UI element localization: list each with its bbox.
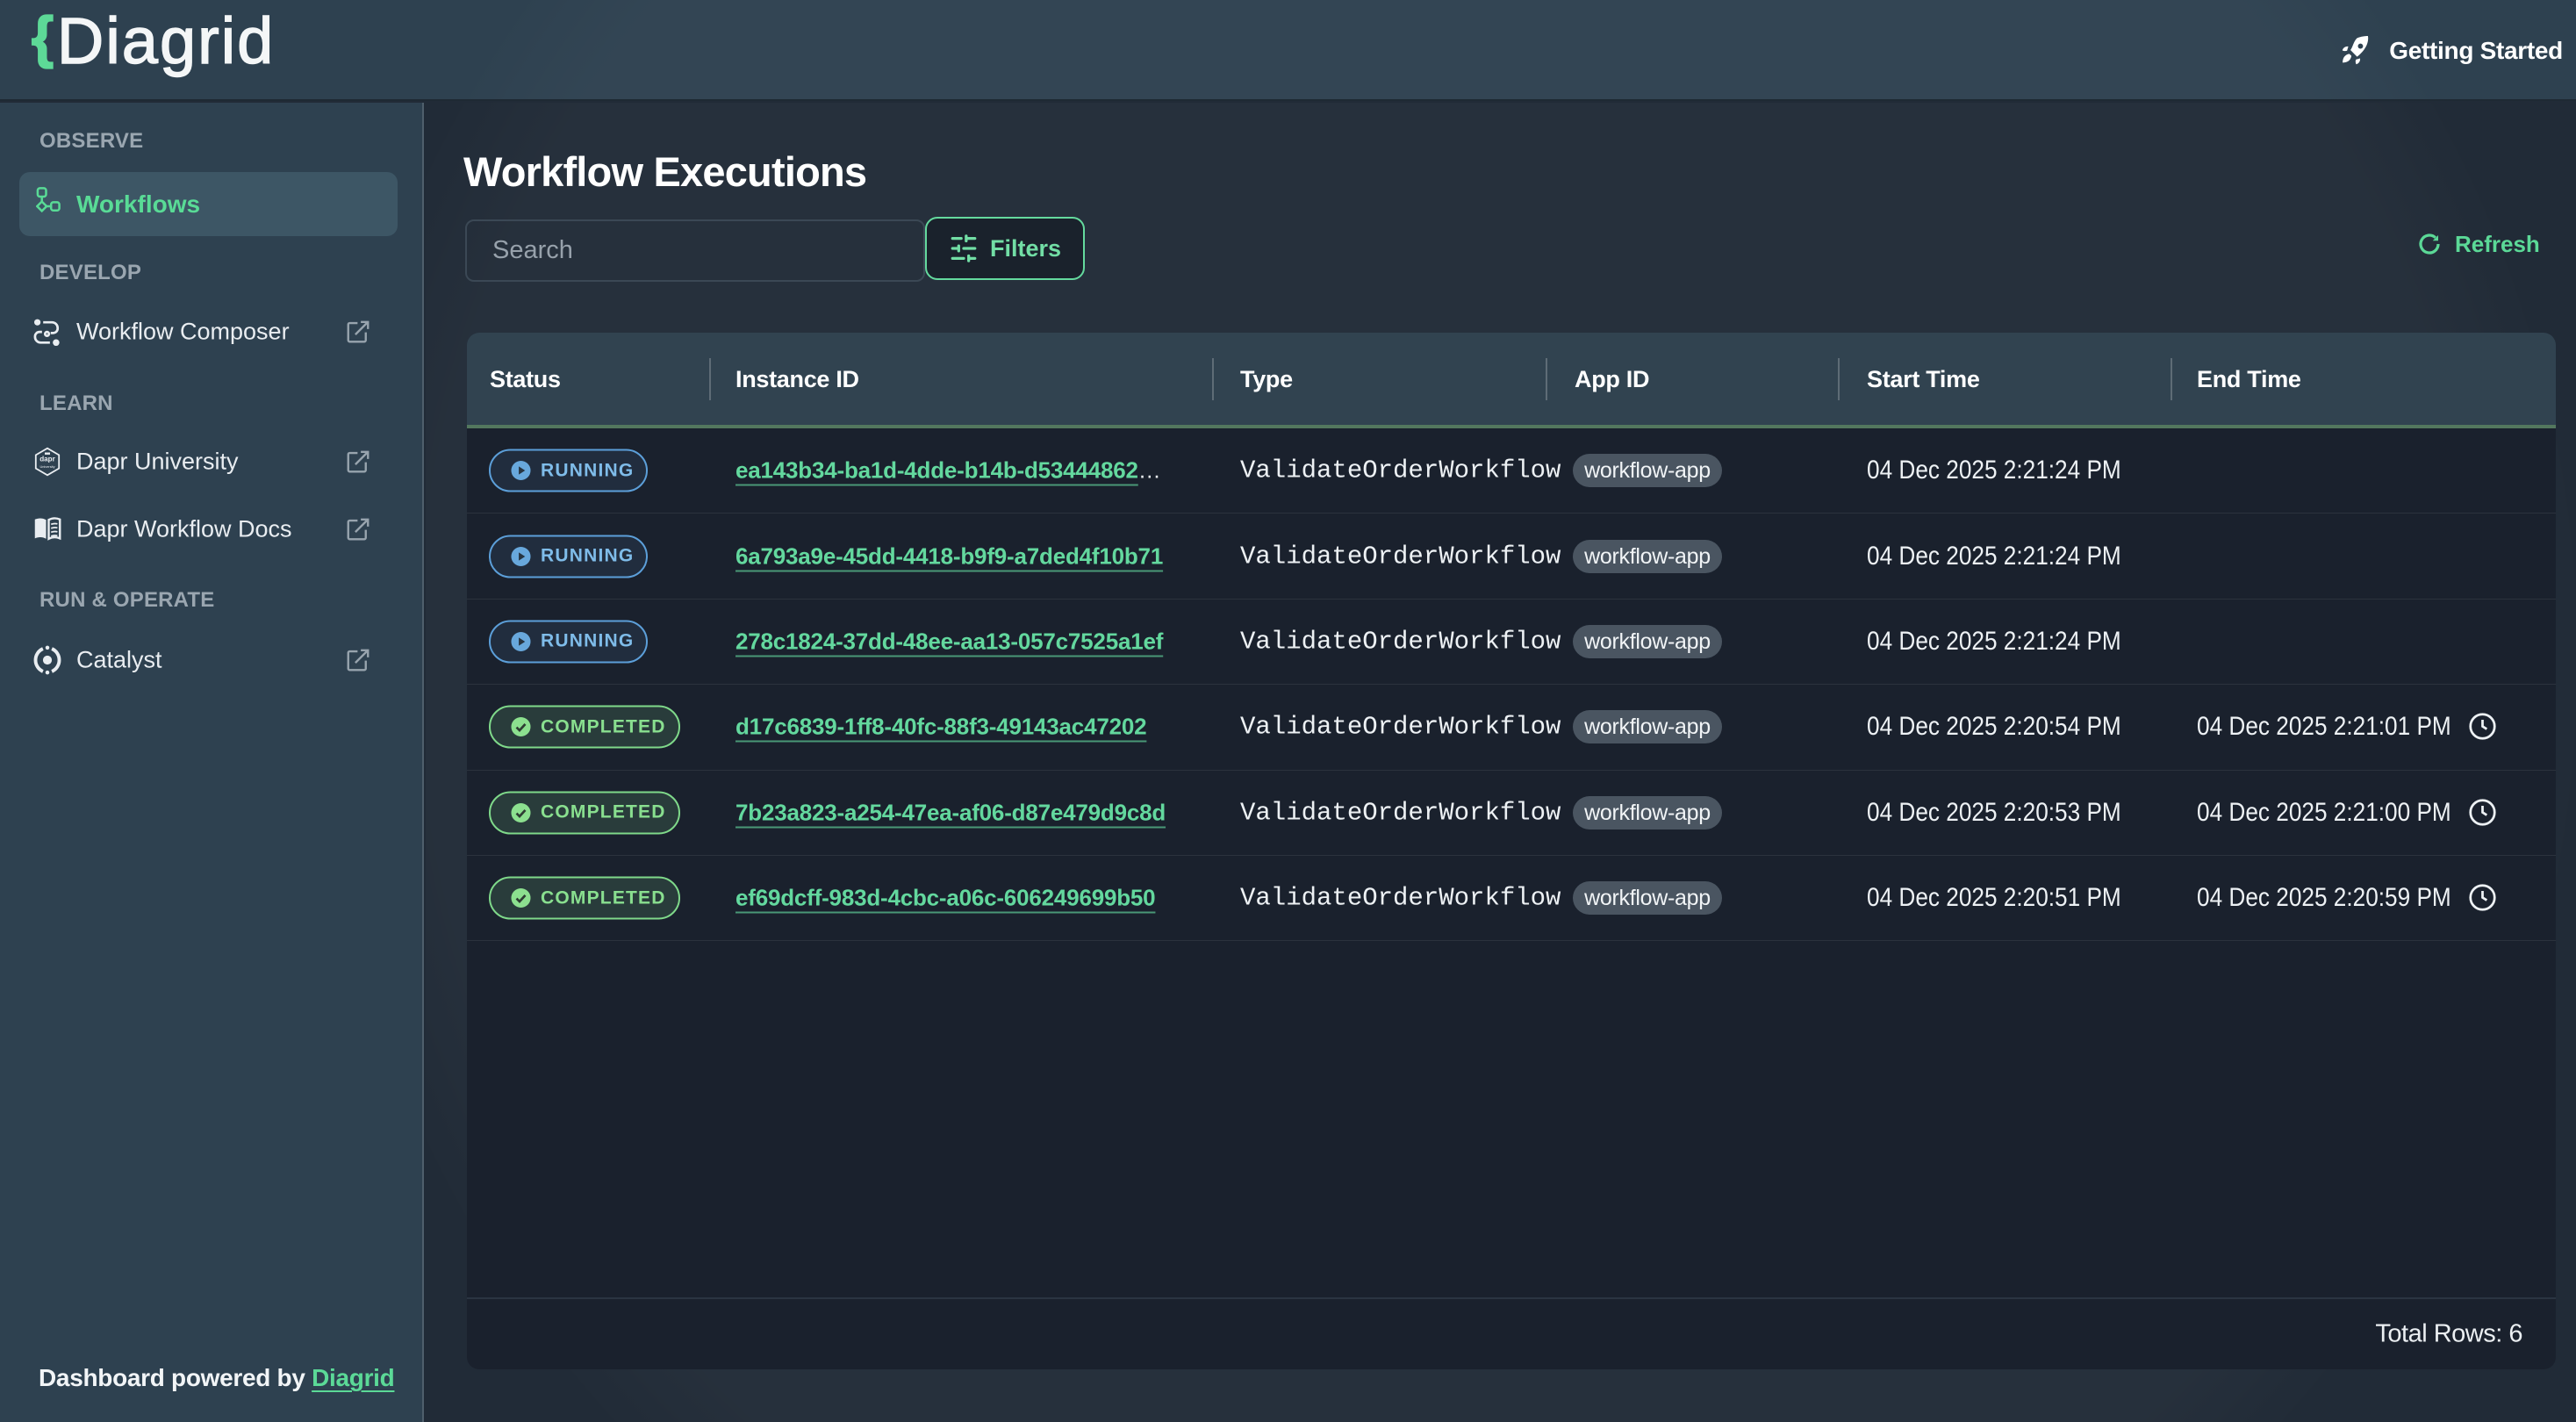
svg-text:University: University xyxy=(39,464,54,469)
svg-text:dapr: dapr xyxy=(39,455,55,463)
